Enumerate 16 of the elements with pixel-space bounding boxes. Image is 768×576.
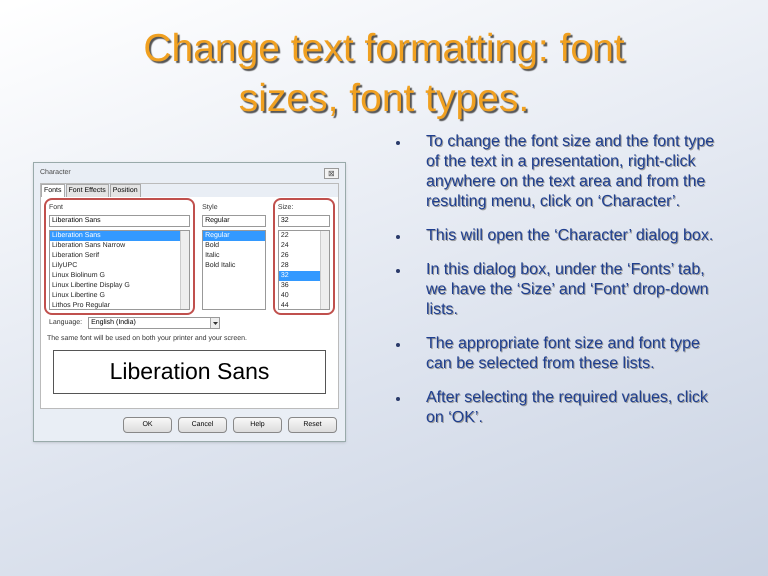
bullet-text: To change the font size and the font type of the text in a presentation, right-click anywhere on the text area and from the resulting menu, click on ‘Character’. (426, 132, 716, 212)
close-button[interactable]: ⊠ (324, 168, 339, 178)
bullet-icon (396, 141, 400, 145)
caret-icon (210, 318, 220, 328)
bullet-text: After selecting the required values, click on ‘OK’. (426, 388, 709, 428)
scrollbar[interactable] (320, 231, 329, 309)
scrollbar[interactable] (180, 231, 190, 309)
slide-title: Change text formatting: font sizes, font types. (142, 26, 626, 122)
bullet-icon (396, 397, 400, 401)
bullet-icon (396, 269, 400, 273)
bullet-text: In this dialog box, under the ‘Fonts’ tab, we have the ‘Size’ and ‘Font’ drop-down lists. (426, 260, 710, 320)
bullet-icon (396, 235, 400, 239)
bullet-icon (396, 343, 400, 347)
bullet-text: The appropriate font size and font type can be selected from these lists. (426, 334, 701, 374)
font-preview: Liberation Sans (53, 350, 326, 394)
bullet-text: This will open the ‘Character’ dialog box. (426, 226, 714, 246)
